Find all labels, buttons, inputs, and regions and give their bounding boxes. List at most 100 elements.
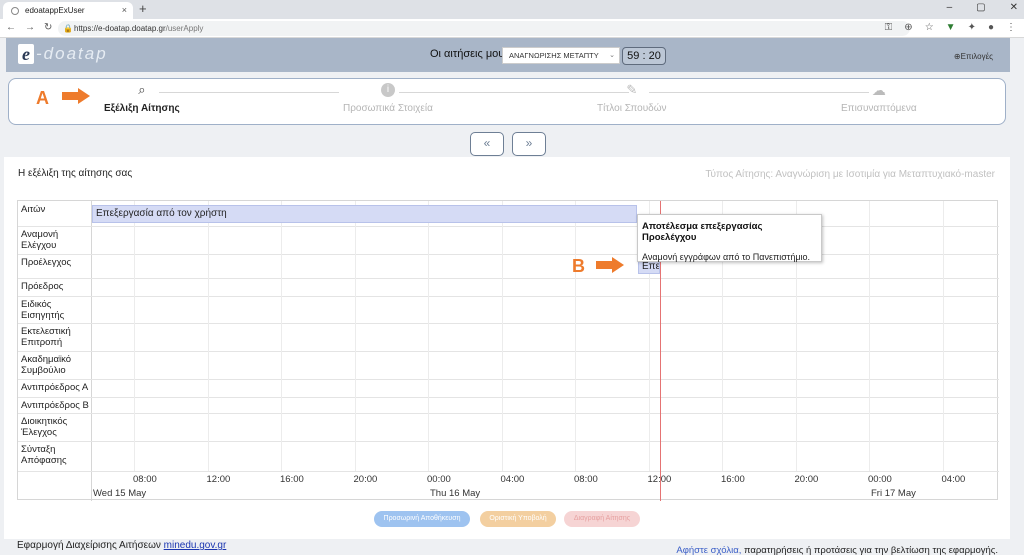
timeline-gridline <box>575 201 576 471</box>
annotation-a-label: A <box>36 88 49 108</box>
key-icon[interactable]: ⚿ <box>885 22 893 33</box>
delete-application-button[interactable]: Διαγραφή Αίτησης <box>564 511 640 527</box>
doatap-logo[interactable]: e -doatap <box>18 44 108 64</box>
tab-close-icon[interactable]: × <box>122 5 127 15</box>
timeline-row-divider <box>18 351 999 352</box>
step-attachments[interactable]: ☁ Επισυναπτόμενα <box>841 83 917 114</box>
timeline-gridline <box>281 201 282 471</box>
timeline-tick-label: 00:00 <box>427 474 451 485</box>
address-bar-row: ← → ↻ 🔒 https://e-doatap.doatap.gr/userA… <box>0 19 1024 38</box>
footer-text: Εφαρμογή Διαχείρισης Αιτήσεων <box>17 540 164 551</box>
timeline-tick-label: 20:00 <box>353 474 378 485</box>
footer-right: Αφήστε σχόλια, παρατηρήσεις ή προτάσεις … <box>676 545 998 555</box>
timeline-row-divider <box>18 397 999 398</box>
extension-icon[interactable]: ▼ <box>946 22 956 33</box>
save-draft-label: Προσωρινή Αποθήκευση <box>383 515 461 522</box>
annotation-arrow-icon <box>62 88 90 104</box>
timeline-tick-label: 12:00 <box>206 474 231 485</box>
new-tab-button[interactable]: + <box>139 1 147 16</box>
timeline-row-divider <box>18 471 999 472</box>
tooltip-title: Αποτέλεσμα επεξεργασίας Προελέγχου <box>642 221 763 243</box>
my-applications-label: Οι αιτήσεις μου <box>430 48 505 60</box>
chevron-down-icon: ⌄ <box>609 52 615 59</box>
timeline-row-divider <box>18 278 999 279</box>
lock-icon: 🔒 <box>63 24 73 33</box>
feedback-text: παρατηρήσεις ή προτάσεις για την βελτίωσ… <box>741 545 998 555</box>
timeline-row-label: Ειδικός Εισηγητής <box>21 299 65 321</box>
timeline-gridline <box>869 201 870 471</box>
timeline-row-divider <box>18 323 999 324</box>
timeline-tick-label: 20:00 <box>794 474 819 485</box>
close-window-button[interactable]: ✕ <box>1010 2 1018 13</box>
forward-button[interactable]: → <box>25 22 35 33</box>
next-button[interactable]: » <box>512 132 546 156</box>
step-personal-info[interactable]: i Προσωπικά Στοιχεία <box>343 83 433 114</box>
feedback-link[interactable]: Αφήστε σχόλια, <box>676 545 741 555</box>
footer-minedu-link[interactable]: minedu.gov.gr <box>164 540 227 551</box>
timeline-tick-label: 16:00 <box>280 474 304 485</box>
tab-title: edoatappExUser <box>25 6 85 15</box>
timeline-day-label: Wed 15 May <box>93 488 147 499</box>
timeline-row-label: Αντιπρόεδρος Β <box>21 400 89 411</box>
star-icon[interactable]: ☆ <box>925 22 934 33</box>
timeline-gridline <box>942 201 944 471</box>
profile-icon[interactable]: ● <box>988 22 994 33</box>
final-submit-button[interactable]: Οριστική Υποβολή <box>480 511 556 527</box>
timeline-row-divider <box>18 226 999 227</box>
browser-tab[interactable]: edoatappExUser × <box>3 2 133 19</box>
timeline-gridline <box>501 201 503 471</box>
window-controls: – ▢ ✕ <box>947 2 1018 13</box>
timeline-row-label: Εκτελεστική Επιτροπή <box>21 326 71 348</box>
timeline-tick-label: 16:00 <box>721 474 745 485</box>
application-select-value: ΑΝΑΓΝΩΡΙΣΗΣ ΜΕΤΑΠΤΥ <box>509 51 599 60</box>
timeline-tooltip: Αποτέλεσμα επεξεργασίας Προελέγχου Αναμο… <box>637 214 822 262</box>
step-connector <box>159 92 339 93</box>
timeline-tick-label: 08:00 <box>574 474 598 485</box>
session-timer: 59 : 20 <box>622 47 666 65</box>
timeline-bar-user-processing[interactable]: Επεξεργασία από τον χρήστη <box>92 205 637 223</box>
back-button[interactable]: ← <box>6 22 16 33</box>
final-submit-label: Οριστική Υποβολή <box>489 515 547 522</box>
browser-toolbar-icons: ⚿ ⊕ ☆ ▼ ✦ ● ⋮ <box>885 22 1016 33</box>
menu-icon[interactable]: ⋮ <box>1006 22 1016 33</box>
timeline-row-divider <box>18 379 999 380</box>
timeline-row-divider <box>18 413 999 414</box>
step-connector <box>649 92 869 93</box>
timeline-row-label: Αντιπρόεδρος Α <box>21 382 89 393</box>
browser-tabbar: edoatappExUser × + – ▢ ✕ <box>0 0 1024 19</box>
step-label: Επισυναπτόμενα <box>841 103 917 114</box>
step-label: Εξέλιξη Αίτησης <box>104 103 180 114</box>
minimize-button[interactable]: – <box>947 2 953 13</box>
url-field[interactable]: 🔒 https://e-doatap.doatap.gr/userApply <box>58 21 910 36</box>
application-select[interactable]: ΑΝΑΓΝΩΡΙΣΗΣ ΜΕΤΑΠΤΥ ⌄ <box>502 47 620 64</box>
timeline-row-divider <box>18 254 999 255</box>
pencil-icon: ✎ <box>626 82 638 97</box>
options-menu[interactable]: ⊕Επιλογές <box>954 52 993 61</box>
timeline-row-divider <box>18 441 999 442</box>
zoom-icon[interactable]: ⊕ <box>904 22 912 33</box>
wizard-steps: ⌕ Εξέλιξη Αίτησης i Προσωπικά Στοιχεία ✎… <box>8 78 1006 125</box>
app-header: e -doatap Οι αιτήσεις μου ΑΝΑΓΝΩΡΙΣΗΣ ΜΕ… <box>6 38 1010 72</box>
timeline-gridline <box>354 201 356 471</box>
reload-button[interactable]: ↻ <box>44 22 52 33</box>
puzzle-icon[interactable]: ✦ <box>968 22 976 33</box>
prev-button[interactable]: « <box>470 132 504 156</box>
step-application-progress[interactable]: ⌕ Εξέλιξη Αίτησης <box>104 83 180 115</box>
favicon-icon <box>11 6 19 15</box>
timeline-row-label: Αιτών <box>21 204 46 215</box>
footer-left: Εφαρμογή Διαχείρισης Αιτήσεων minedu.gov… <box>17 540 226 551</box>
timeline-day-label: Thu 16 May <box>430 488 481 499</box>
timeline-gridline <box>428 201 429 471</box>
timeline-row-label: Σύνταξη Απόφασης <box>21 444 67 466</box>
maximize-button[interactable]: ▢ <box>976 2 985 13</box>
tooltip-text: Αναμονή εγγράφων από το Πανεπιστήμιο. <box>642 252 811 262</box>
timeline-row-label: Προέλεγχος <box>21 257 72 268</box>
application-type: Τύπος Αίτησης: Αναγνώριση με Ισοτιμία γι… <box>705 169 995 180</box>
step-degrees[interactable]: ✎ Τίτλοι Σπουδών <box>597 82 667 115</box>
timeline-gridline <box>207 201 209 471</box>
logo-text: -doatap <box>36 44 108 63</box>
timeline-row-label: Ακαδημαϊκό Συμβούλιο <box>21 354 72 376</box>
save-draft-button[interactable]: Προσωρινή Αποθήκευση <box>374 511 470 527</box>
step-connector <box>399 92 629 93</box>
logo-letter: e <box>18 44 34 64</box>
